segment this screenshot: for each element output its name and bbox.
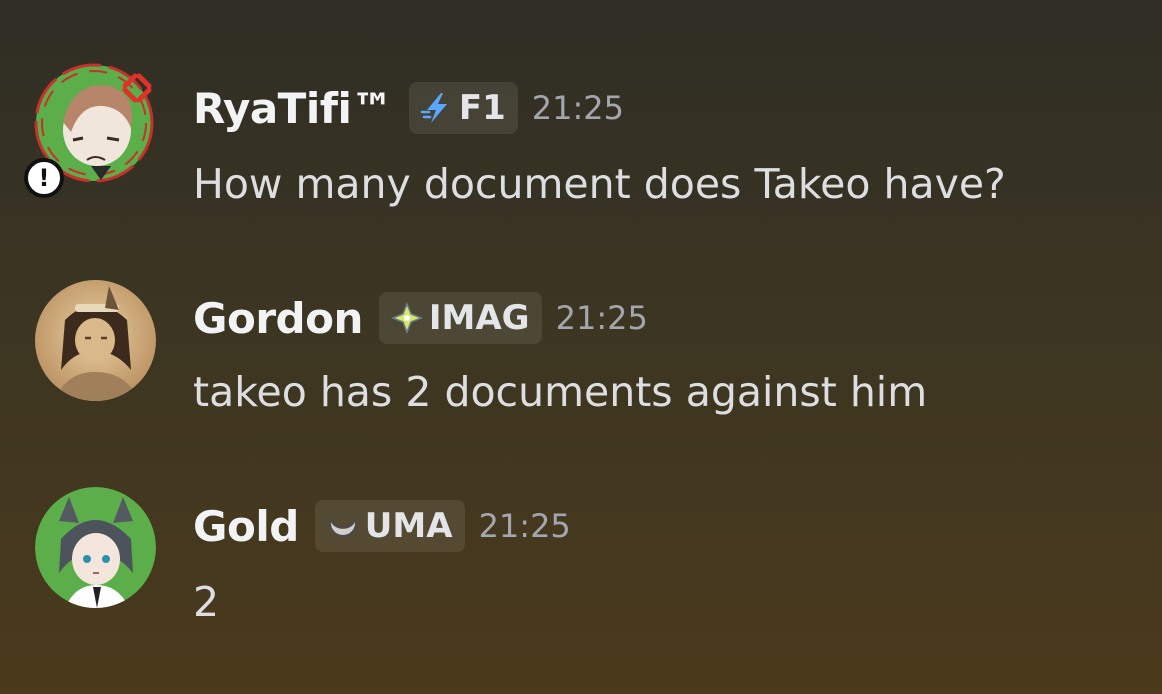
- message-content: takeo has 2 documents against him: [193, 368, 928, 416]
- tag-label: F1: [458, 88, 506, 128]
- user-avatar[interactable]: [35, 280, 156, 401]
- message-header: Gold UMA 21:25: [193, 500, 571, 552]
- server-tag[interactable]: UMA: [314, 500, 465, 552]
- username[interactable]: Gold: [193, 502, 299, 551]
- server-tag[interactable]: F1: [408, 82, 518, 134]
- message-header: Gordon IMAG 21:25: [193, 292, 648, 344]
- server-tag[interactable]: IMAG: [378, 292, 542, 344]
- username[interactable]: RyaTifi™: [193, 84, 393, 133]
- timestamp: 21:25: [555, 299, 648, 337]
- lightning-bolt-icon: [419, 90, 455, 126]
- message-header: RyaTifi™ F1 21:25: [193, 82, 624, 134]
- user-avatar[interactable]: [35, 487, 156, 608]
- crescent-moon-icon: [325, 508, 361, 544]
- timestamp: 21:25: [478, 507, 571, 545]
- message-content: How many document does Takeo have?: [193, 160, 1006, 208]
- message-content: 2: [193, 578, 220, 626]
- tag-label: UMA: [364, 506, 453, 546]
- username[interactable]: Gordon: [193, 294, 363, 343]
- sepia-portrait-avatar: [35, 280, 156, 401]
- tag-label: IMAG: [428, 298, 530, 338]
- horse-girl-avatar: [35, 487, 156, 608]
- alert-badge: !: [24, 158, 64, 198]
- four-point-star-icon: [389, 300, 425, 336]
- timestamp: 21:25: [531, 89, 624, 127]
